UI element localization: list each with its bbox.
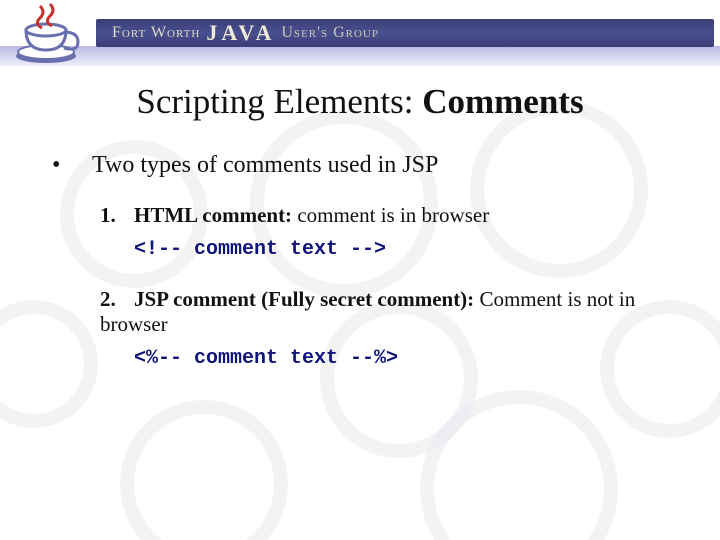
title-prefix: Scripting Elements: <box>136 82 422 121</box>
java-cup-logo <box>8 0 96 64</box>
title-emph: Comments <box>422 82 583 121</box>
slide-title: Scripting Elements: Comments <box>30 82 690 122</box>
item-number: 1. <box>100 203 134 228</box>
bullet-dot: • <box>52 152 92 179</box>
item-label: HTML comment: <box>134 203 292 227</box>
header-title: Fort Worth JAVA User's Group <box>96 19 714 47</box>
bullet-row: • Two types of comments used in JSP <box>52 152 690 179</box>
code-snippet: <!-- comment text --> <box>134 238 690 261</box>
item-label: JSP comment (Fully secret comment): <box>134 287 474 311</box>
bullet-text: Two types of comments used in JSP <box>92 152 438 179</box>
brand-part2: JAVA <box>206 20 275 46</box>
numbered-list: 1.HTML comment: comment is in browser <!… <box>100 203 690 370</box>
code-snippet: <%-- comment text --%> <box>134 347 690 370</box>
brand-part1: Fort Worth <box>112 24 200 42</box>
list-item: 2.JSP comment (Fully secret comment): Co… <box>100 287 690 370</box>
list-item: 1.HTML comment: comment is in browser <!… <box>100 203 690 261</box>
brand-part3: User's Group <box>281 24 379 42</box>
slide-content: Scripting Elements: Comments • Two types… <box>0 64 720 370</box>
item-number: 2. <box>100 287 134 312</box>
item-desc: comment is in browser <box>292 203 489 227</box>
header: Fort Worth JAVA User's Group <box>0 0 720 64</box>
